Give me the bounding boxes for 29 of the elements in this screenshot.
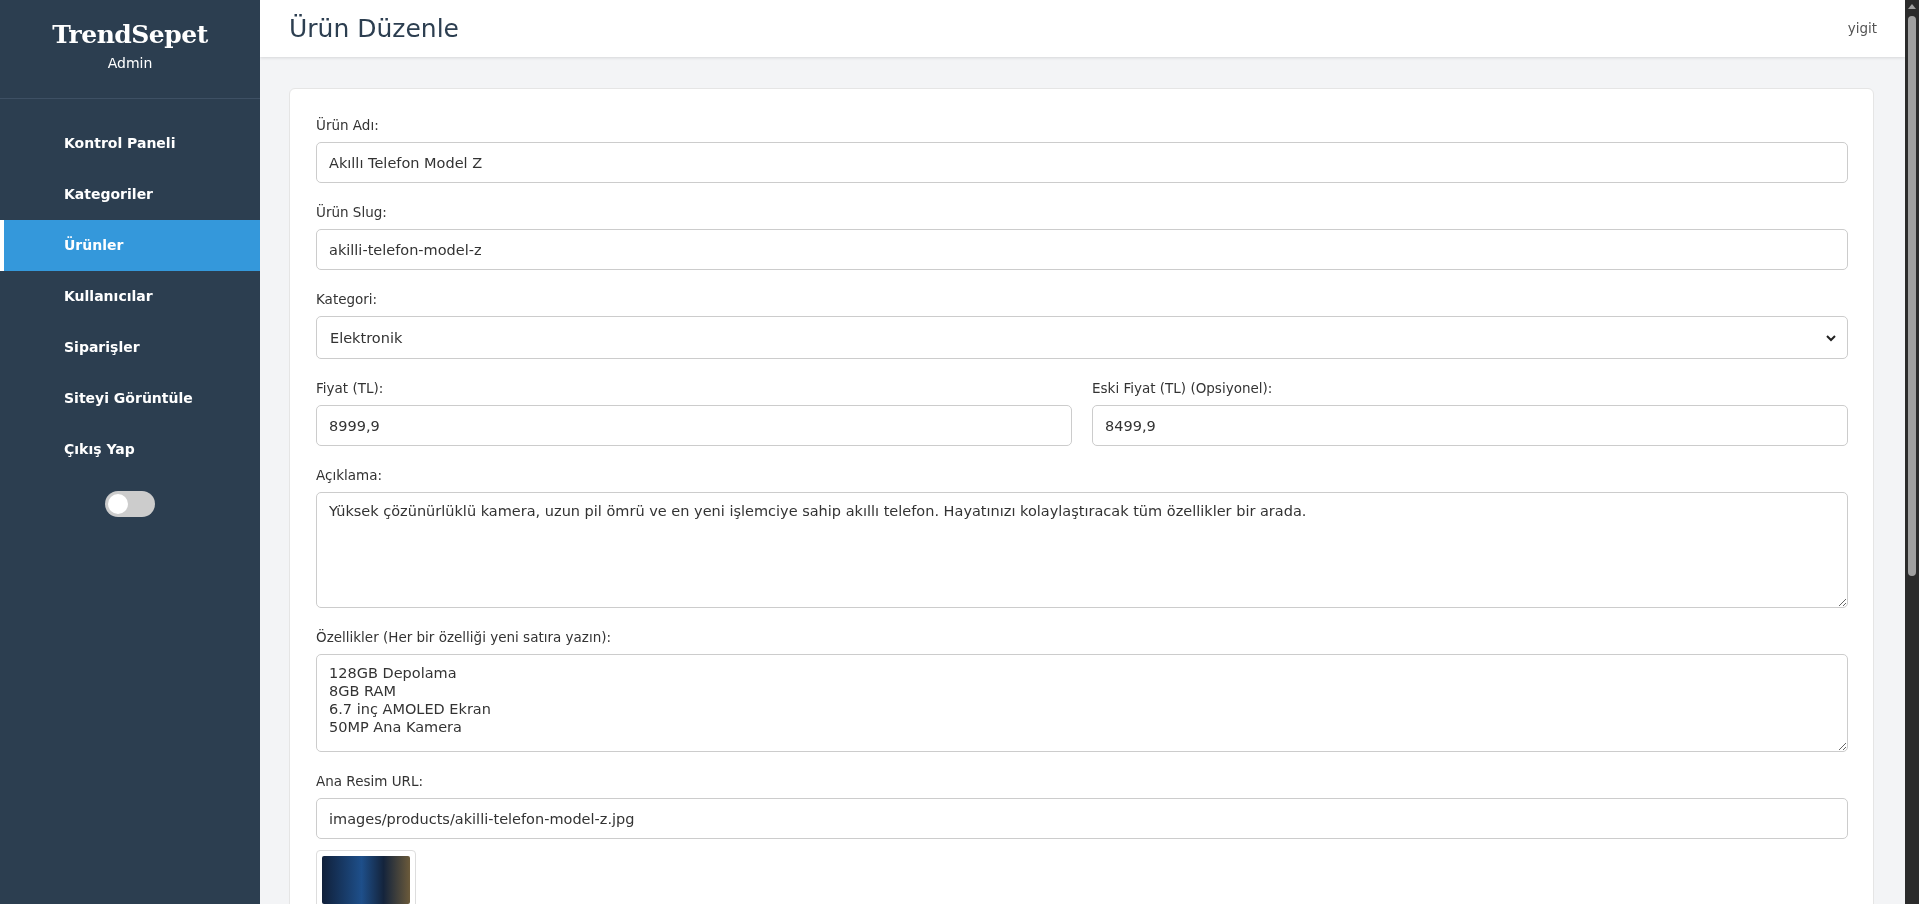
sidebar-item[interactable]: Siparişler <box>0 322 260 373</box>
scrollbar-thumb[interactable] <box>1908 16 1916 576</box>
features-field[interactable]: 128GB Depolama 8GB RAM 6.7 inç AMOLED Ekran 50MP Ana Kamera <box>316 654 1848 752</box>
theme-toggle[interactable] <box>105 491 155 517</box>
field-label: Fiyat (TL): <box>316 380 385 397</box>
text-field[interactable]: images/products/akilli-telefon-model-z.jpg <box>316 798 1848 839</box>
sidebar-item[interactable]: Kullanıcılar <box>0 271 260 322</box>
sidebar-item[interactable]: Siteyi Görüntüle <box>0 373 260 424</box>
username: yigit <box>1847 20 1877 36</box>
page-title: Ürün Düzenle <box>289 14 459 43</box>
text-field[interactable]: Akıllı Telefon Model Z <box>316 142 1848 183</box>
field-label: Ürün Slug: <box>316 204 388 221</box>
field-label: Ürün Adı: <box>316 117 380 134</box>
brand-subtitle: Admin <box>107 55 153 71</box>
field-label: Kategori: <box>316 291 379 308</box>
sidebar-item[interactable]: Kontrol Paneli <box>0 118 260 169</box>
sidebar-item[interactable]: Kategoriler <box>0 169 260 220</box>
text-field[interactable]: 8499,9 <box>1092 405 1848 446</box>
field-label: Özellikler (Her bir özelliği yeni satıra yazın): <box>316 629 613 646</box>
field-label: Eski Fiyat (TL) (Opsiyonel): <box>1092 380 1274 397</box>
scroll-up-icon[interactable] <box>1908 3 1916 9</box>
text-field[interactable]: 8999,9 <box>316 405 1072 446</box>
field-label: Ana Resim URL: <box>316 773 424 790</box>
text-field[interactable]: akilli-telefon-model-z <box>316 229 1848 270</box>
description-field[interactable]: Yüksek çözünürlüklü kamera, uzun pil ömrü ve en yeni işlemciye sahip akıllı telefon. Hayatınızı kolaylaştıracak tüm özellikler bir arada. <box>316 492 1848 608</box>
sidebar-item[interactable]: Çıkış Yap <box>0 424 260 475</box>
category-dropdown[interactable]: Elektronik <box>316 316 1848 359</box>
field-label: Açıklama: <box>316 467 383 484</box>
brand-logo: TrendSepet <box>52 20 208 49</box>
